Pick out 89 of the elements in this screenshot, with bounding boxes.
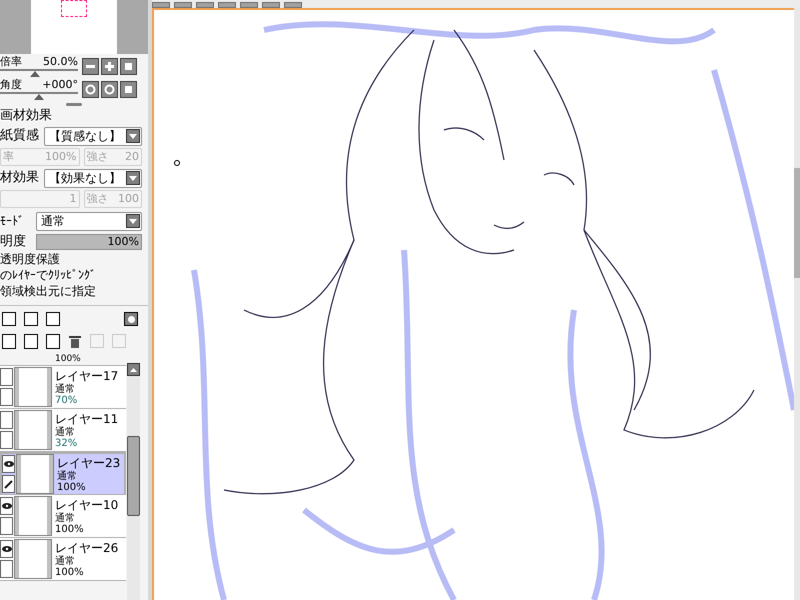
- zoom-in-button[interactable]: [101, 58, 118, 75]
- field-label: 強さ: [86, 148, 108, 165]
- layer-row[interactable]: レイヤー23 通常 100%: [0, 452, 126, 495]
- slider-value: +000°: [42, 79, 78, 91]
- visibility-toggle[interactable]: [0, 540, 13, 558]
- layer-name: レイヤー23: [57, 456, 120, 470]
- layer-lock-toggle[interactable]: [0, 388, 13, 406]
- field-label: 材効果: [0, 169, 40, 188]
- layer-lock-toggle[interactable]: [0, 431, 13, 449]
- panel-splitter[interactable]: [66, 102, 82, 106]
- option-label[interactable]: 透明度保護: [0, 251, 60, 267]
- canvas-scrollbar[interactable]: [794, 8, 800, 600]
- opacity-slider[interactable]: 100%: [36, 234, 142, 250]
- layer-opacity: 100%: [55, 354, 81, 365]
- layer-name: レイヤー11: [55, 412, 118, 426]
- layer-row[interactable]: レイヤー17 通常 70%: [0, 366, 126, 409]
- plus-icon: [102, 59, 117, 74]
- layer-name: レイヤー26: [55, 540, 118, 556]
- option-label[interactable]: 領域検出元に指定: [0, 283, 96, 299]
- eye-icon: [2, 546, 12, 552]
- field-value: 100: [118, 190, 139, 207]
- opacity-value: 100%: [108, 234, 139, 248]
- visibility-toggle[interactable]: [0, 368, 13, 386]
- field-label: 明度: [0, 232, 27, 251]
- blend-mode-dropdown[interactable]: 通常: [36, 212, 142, 230]
- layer-lock-toggle[interactable]: [0, 517, 13, 535]
- slider-value: 50.0%: [43, 56, 78, 68]
- layer-lock-toggle[interactable]: [2, 475, 15, 493]
- layer-mode: 通常: [55, 384, 76, 394]
- dropdown-value: 【効果なし】: [49, 170, 121, 187]
- option-label[interactable]: のﾚｲﾔｰでｸﾘｯﾋﾟﾝｸﾞ: [0, 267, 96, 283]
- rotate-right-button[interactable]: [101, 81, 118, 98]
- field-label: 強さ: [86, 190, 108, 207]
- dropdown[interactable]: 【効果なし】: [44, 168, 142, 188]
- rotate-reset-button[interactable]: [120, 81, 137, 98]
- scrollbar-thumb[interactable]: [794, 168, 800, 278]
- scroll-up-icon[interactable]: [127, 363, 140, 376]
- rotate-left-button[interactable]: [82, 81, 99, 98]
- layer-mode: 通常: [55, 512, 76, 524]
- dropdown[interactable]: 【質感なし】: [44, 126, 142, 146]
- layer-mode: 通常: [55, 556, 76, 566]
- layer-opacity: 70%: [55, 394, 78, 406]
- dropdown-value: 通常: [41, 213, 65, 230]
- field-label: 率: [3, 148, 14, 165]
- field-label: ﾓｰﾄﾞ: [0, 213, 25, 230]
- layer-thumbnail: [17, 455, 53, 493]
- scrollbar-thumb[interactable]: [127, 436, 140, 516]
- layer-row[interactable]: レイヤー11 通常 32%: [0, 409, 126, 452]
- field-value: 20: [125, 148, 139, 165]
- field-value: 100%: [45, 148, 76, 165]
- layer-row[interactable]: レイヤー26 通常 100%: [0, 538, 126, 581]
- layer-opacity: 32%: [55, 438, 78, 448]
- zoom-out-button[interactable]: [82, 58, 99, 75]
- field-label: 紙質感: [0, 127, 40, 146]
- slider-track[interactable]: [0, 69, 78, 77]
- visibility-toggle[interactable]: [2, 455, 15, 473]
- rotate-right-icon: [102, 82, 117, 97]
- eye-icon: [4, 461, 14, 467]
- visibility-toggle[interactable]: [0, 497, 13, 515]
- section-heading: 画材効果: [0, 108, 52, 124]
- layer-name: レイヤー17: [55, 368, 118, 384]
- layer-thumbnail: [15, 411, 51, 449]
- layer-opacity: 100%: [55, 566, 85, 578]
- layer-row[interactable]: レイヤー10 通常 100%: [0, 495, 126, 538]
- layer-thumbnail: [15, 540, 51, 578]
- visibility-toggle[interactable]: [0, 411, 13, 429]
- zoom-reset-button[interactable]: [120, 58, 137, 75]
- slider-label: 倍率: [0, 56, 22, 68]
- layer-scrollbar[interactable]: [127, 363, 140, 600]
- layer-opacity: 100%: [55, 524, 85, 534]
- brush-cursor-icon: [174, 160, 180, 166]
- trash-icon[interactable]: [68, 334, 82, 348]
- pen-icon: [4, 480, 13, 488]
- dropdown-value: 【質感なし】: [49, 128, 121, 145]
- field-value: 1: [70, 190, 76, 207]
- slider-thumb[interactable]: [30, 71, 40, 77]
- rotate-left-icon: [83, 82, 98, 97]
- layer-mode: 通常: [55, 426, 76, 438]
- layer-mode: 通常: [57, 470, 78, 482]
- layer-lock-toggle[interactable]: [0, 560, 13, 578]
- slider-label: 角度: [0, 79, 22, 91]
- layer-thumbnail: [15, 497, 51, 535]
- view-frame: [61, 0, 87, 17]
- eye-icon: [2, 503, 12, 509]
- layer-opacity: 100%: [57, 482, 87, 492]
- layer-thumbnail: [15, 368, 51, 406]
- slider-thumb[interactable]: [34, 94, 44, 100]
- mask-icon[interactable]: [124, 312, 138, 326]
- layer-name: レイヤー10: [55, 498, 118, 512]
